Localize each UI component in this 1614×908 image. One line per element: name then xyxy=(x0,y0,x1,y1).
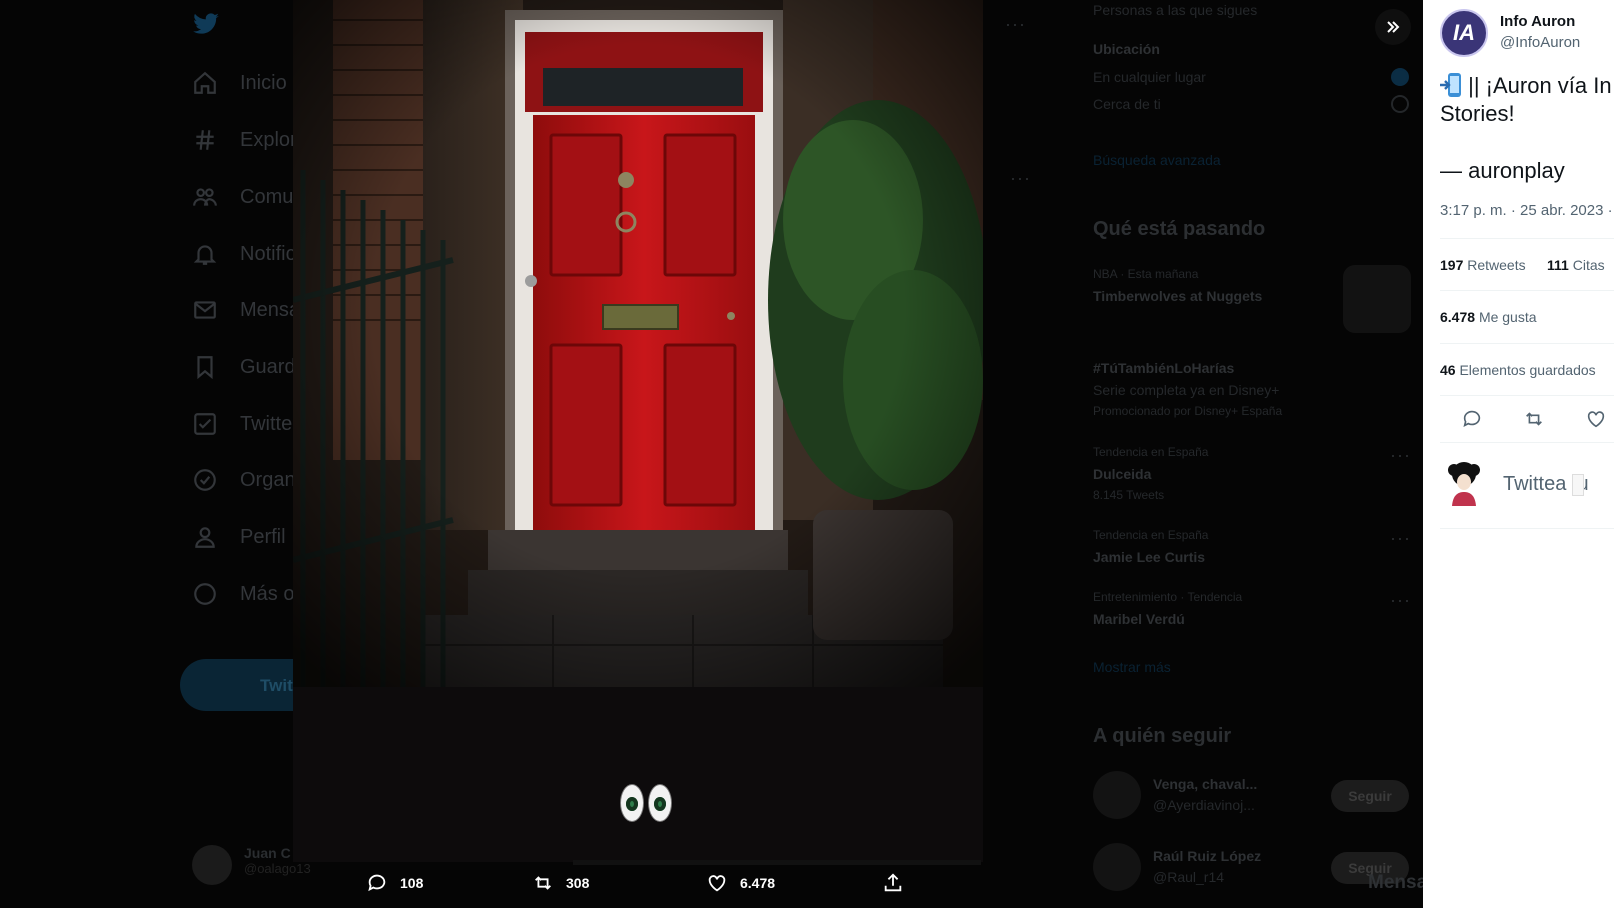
retweet-icon xyxy=(535,876,551,890)
like-count: 6.478 xyxy=(740,875,776,891)
current-user-avatar xyxy=(192,845,232,885)
suggestion-avatar[interactable] xyxy=(1093,771,1141,819)
share-button[interactable] xyxy=(882,872,904,894)
hashtag-icon xyxy=(196,130,214,150)
trend-title[interactable]: Maribel Verdú xyxy=(1093,611,1185,627)
reply-scroll-arrows[interactable] xyxy=(1572,474,1584,496)
communities-icon xyxy=(193,188,217,206)
more-dots-icon[interactable]: ··· xyxy=(1390,528,1411,549)
divider xyxy=(1440,442,1614,443)
retweet-count: 308 xyxy=(566,875,590,891)
author-name[interactable]: Info Auron xyxy=(1500,13,1575,30)
twitter-logo-icon[interactable] xyxy=(192,10,220,38)
location-any-radio[interactable] xyxy=(1391,68,1409,86)
reply-icon xyxy=(368,874,386,892)
suggestion-handle: @Ayerdiavinoj... xyxy=(1153,797,1255,813)
twitter-blue-icon xyxy=(194,413,216,435)
suggestion-name[interactable]: Raúl Ruiz López xyxy=(1153,848,1261,864)
media-action-bar: 108 308 6.478 xyxy=(366,872,906,902)
quotes-stat[interactable]: 111 Citas xyxy=(1547,257,1605,273)
trend-title[interactable]: Dulceida xyxy=(1093,466,1151,482)
trend-context: Entretenimiento · Tendencia xyxy=(1093,590,1243,604)
more-dots-icon[interactable]: ··· xyxy=(1390,445,1411,466)
advanced-search-link[interactable]: Búsqueda avanzada xyxy=(1093,152,1221,168)
messages-drawer[interactable]: Mensajes xyxy=(1368,872,1423,894)
divider xyxy=(1440,528,1614,529)
more-dots-icon[interactable]: ··· xyxy=(1005,14,1026,35)
filter-location-near[interactable]: Cerca de ti xyxy=(1093,96,1161,112)
media-progress-bar[interactable] xyxy=(573,860,981,865)
divider xyxy=(1440,238,1614,239)
current-user-avatar xyxy=(1448,462,1480,506)
retweets-stat[interactable]: 197 Retweets xyxy=(1440,257,1526,273)
trend-title[interactable]: Jamie Lee Curtis xyxy=(1093,549,1205,565)
trends-title: Qué está pasando xyxy=(1093,218,1266,240)
heart-icon[interactable] xyxy=(1585,408,1607,430)
mail-icon xyxy=(194,301,216,319)
verified-org-icon xyxy=(194,469,216,491)
collapse-panel-button[interactable] xyxy=(1375,9,1411,45)
reply-count: 108 xyxy=(400,875,424,891)
trend-title[interactable]: #TúTambiénLoHarías xyxy=(1093,360,1234,376)
retweet-button[interactable]: 308 xyxy=(532,872,589,894)
follow-button[interactable]: Seguir xyxy=(1331,780,1409,812)
tweet-detail-panel: IA Info Auron @InfoAuron || ¡Auron vía I… xyxy=(1423,0,1614,908)
eyes-emoji xyxy=(620,784,672,822)
current-user-handle: @oalago13 xyxy=(244,861,311,876)
reply-button[interactable]: 108 xyxy=(366,872,423,894)
show-more-link[interactable]: Mostrar más xyxy=(1093,659,1171,675)
bookmarks-stat[interactable]: 46 Elementos guardados xyxy=(1440,362,1596,378)
trend-promo: Promocionado por Disney+ España xyxy=(1093,404,1283,418)
media-caption-area xyxy=(293,687,983,862)
trend-image xyxy=(1343,265,1411,333)
location-near-radio[interactable] xyxy=(1391,95,1409,113)
filter-location-title: Ubicación xyxy=(1093,41,1160,57)
who-to-follow-title: A quién seguir xyxy=(1093,725,1232,747)
double-chevron-right-icon xyxy=(1387,21,1400,33)
trend-title[interactable]: Timberwolves at Nuggets xyxy=(1093,288,1262,304)
likes-stat[interactable]: 6.478 Me gusta xyxy=(1440,309,1537,325)
profile-icon xyxy=(195,527,215,548)
retweet-icon[interactable] xyxy=(1523,408,1545,430)
filter-people: Personas a las que sigues xyxy=(1093,2,1258,18)
tweet-actions xyxy=(1461,408,1607,430)
filter-location-any[interactable]: En cualquier lugar xyxy=(1093,69,1206,85)
suggestion-name[interactable]: Venga, chaval... xyxy=(1153,776,1257,792)
author-handle[interactable]: @InfoAuron xyxy=(1500,34,1580,51)
red-door-image xyxy=(293,0,983,687)
author-avatar[interactable]: IA xyxy=(1440,9,1488,57)
trend-context: Tendencia en España xyxy=(1093,528,1209,542)
nav-profile[interactable]: Perfil xyxy=(192,524,286,550)
trend-sub: Serie completa ya en Disney+ xyxy=(1093,382,1280,398)
media-image[interactable] xyxy=(293,0,983,687)
trend-context: NBA · Esta mañana xyxy=(1093,267,1199,281)
more-dots-icon[interactable]: ··· xyxy=(1010,168,1031,189)
like-button[interactable]: 6.478 xyxy=(706,872,775,894)
trend-sub: 8.145 Tweets xyxy=(1093,488,1165,502)
reply-icon[interactable] xyxy=(1461,408,1483,430)
nav-home[interactable]: Inicio xyxy=(192,70,287,96)
more-circle-icon xyxy=(194,583,216,605)
more-dots-icon[interactable]: ··· xyxy=(1390,590,1411,611)
bell-icon xyxy=(193,245,217,265)
suggestion-handle: @Raul_r14 xyxy=(1153,869,1225,885)
divider xyxy=(1440,343,1614,344)
divider xyxy=(1440,290,1614,291)
tweet-signature: — auronplay xyxy=(1440,158,1565,183)
trend-context: Tendencia en España xyxy=(1093,445,1209,459)
tweet-text: || ¡Auron vía In Stories! xyxy=(1440,73,1612,126)
divider xyxy=(1440,395,1614,396)
heart-icon xyxy=(708,875,726,892)
suggestion-avatar[interactable] xyxy=(1093,843,1141,891)
mobile-phone-arrow-icon xyxy=(1440,73,1461,97)
tweet-timestamp[interactable]: 3:17 p. m. · 25 abr. 2023 · 1 xyxy=(1440,202,1614,219)
bookmark-icon xyxy=(197,356,213,380)
share-icon xyxy=(884,873,902,892)
home-icon xyxy=(194,71,216,94)
